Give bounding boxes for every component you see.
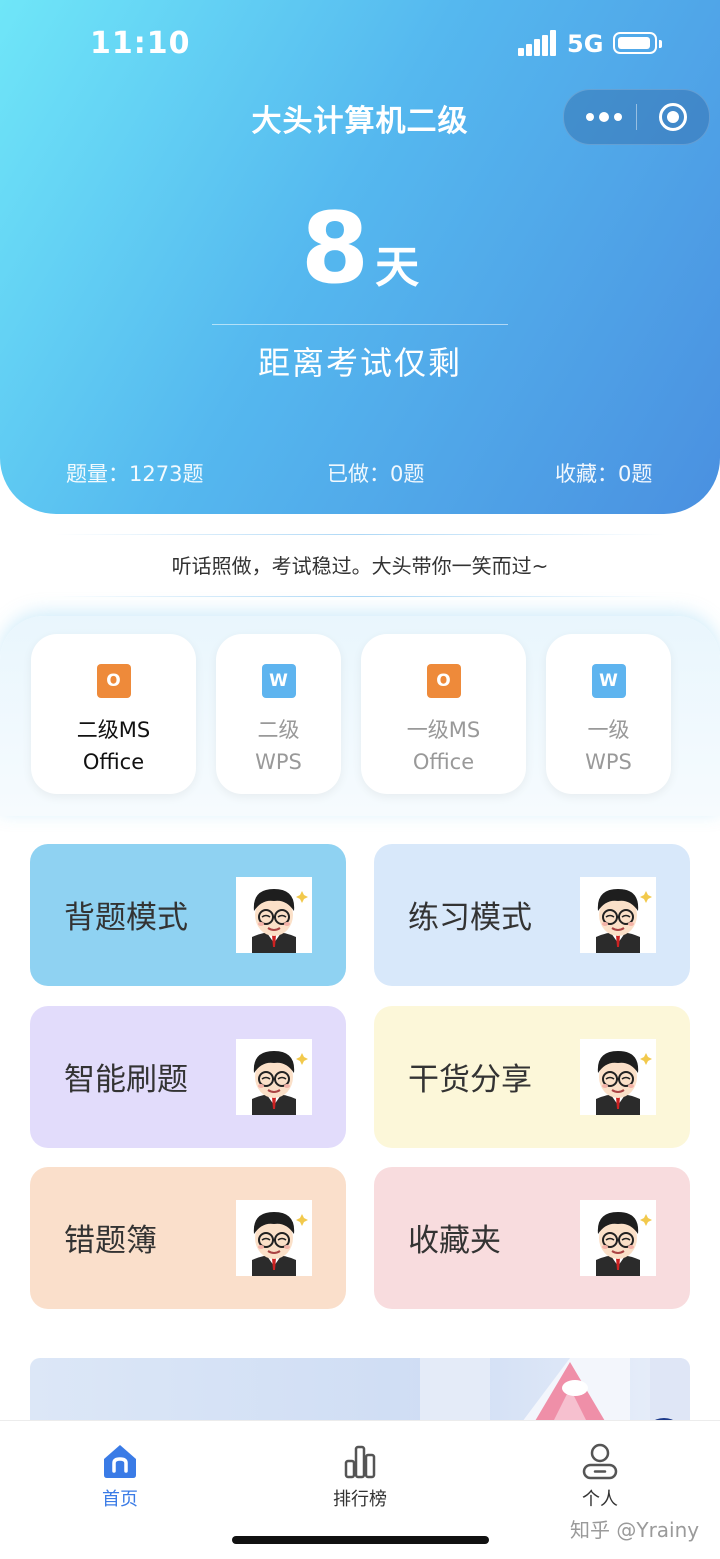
mode-card-smart-drill[interactable]: 智能刷题 <box>30 1006 346 1148</box>
category-label: 二级MS Office <box>76 718 151 774</box>
avatar <box>580 1039 656 1115</box>
battery-icon <box>613 32 662 54</box>
avatar <box>236 1200 312 1276</box>
status-time: 11:10 <box>90 26 191 61</box>
more-icon[interactable] <box>582 90 626 144</box>
avatar <box>236 1039 312 1115</box>
home-indicator[interactable] <box>232 1536 489 1544</box>
mode-card-label: 背题模式 <box>64 900 188 936</box>
user-icon <box>582 1443 618 1480</box>
mode-card-label: 智能刷题 <box>64 1062 188 1098</box>
mode-card-label: 干货分享 <box>408 1062 532 1098</box>
tab-label: 排行榜 <box>333 1489 387 1510</box>
stat-favorites: 收藏：0题 <box>555 462 653 486</box>
mode-card-practice[interactable]: 练习模式 <box>374 844 690 986</box>
tab-label: 个人 <box>582 1489 618 1510</box>
divider <box>212 324 508 325</box>
category-label: 一级MS Office <box>406 718 481 774</box>
category-label: 二级 WPS <box>255 718 302 774</box>
status-bar: 11:10 5G <box>0 22 720 66</box>
network-type: 5G <box>567 30 604 58</box>
miniprogram-capsule <box>563 89 710 145</box>
header-banner: 11:10 5G 大头计算机二级 8天 距离考试仅剩 题量：1273题 已做：0… <box>0 0 720 514</box>
stat-total: 题量：1273题 <box>66 462 204 486</box>
mode-card-wrong-book[interactable]: 错题簿 <box>30 1167 346 1309</box>
mode-card-memorize[interactable]: 背题模式 <box>30 844 346 986</box>
capsule-divider <box>636 104 637 130</box>
mode-card-label: 错题簿 <box>64 1223 157 1259</box>
category-tab-level1-wps[interactable]: W 一级 WPS <box>546 634 671 794</box>
category-selector: O 二级MS Office W 二级 WPS O 一级MS Office W 一级 WP… <box>0 616 720 816</box>
divider <box>55 534 665 535</box>
mode-card-tips-share[interactable]: 干货分享 <box>374 1006 690 1148</box>
countdown-subtitle: 距离考试仅剩 <box>257 344 462 382</box>
stat-done: 已做：0题 <box>327 462 425 486</box>
mode-card-label: 练习模式 <box>408 900 532 936</box>
countdown-number: 8 <box>300 192 370 306</box>
category-tab-level2-wps[interactable]: W 二级 WPS <box>216 634 341 794</box>
category-label: 一级 WPS <box>585 718 632 774</box>
office-o-icon: O <box>418 664 469 706</box>
category-tab-level2-ms-office[interactable]: O 二级MS Office <box>31 634 196 794</box>
office-o-icon: O <box>88 664 139 706</box>
countdown: 8天 <box>0 200 720 298</box>
signal-icon <box>518 30 558 56</box>
wps-w-icon: W <box>253 664 304 706</box>
mode-card-label: 收藏夹 <box>408 1223 501 1259</box>
countdown-unit: 天 <box>375 242 420 293</box>
wps-w-icon: W <box>583 664 634 706</box>
slogan: 听话照做，考试稳过。大头带你一笑而过~ <box>171 554 549 578</box>
bar-chart-icon <box>344 1445 376 1479</box>
avatar <box>580 1200 656 1276</box>
avatar <box>236 877 312 953</box>
watermark: 知乎 @Yrainy <box>570 1518 700 1542</box>
close-target-icon[interactable] <box>659 103 687 131</box>
tab-label: 首页 <box>102 1489 138 1510</box>
category-tab-level1-ms-office[interactable]: O 一级MS Office <box>361 634 526 794</box>
avatar <box>580 877 656 953</box>
mode-card-favorites[interactable]: 收藏夹 <box>374 1167 690 1309</box>
divider <box>55 596 665 597</box>
home-icon <box>104 1445 136 1478</box>
